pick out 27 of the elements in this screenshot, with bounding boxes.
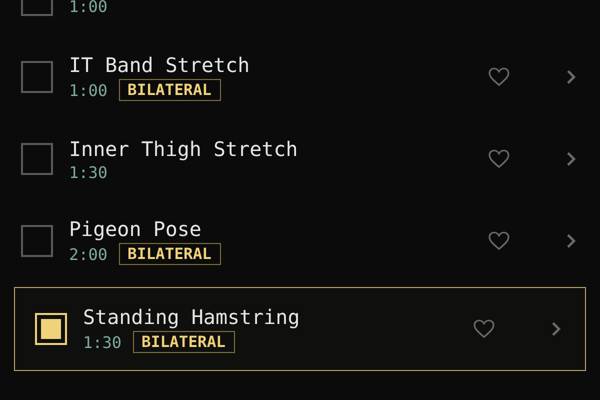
exercise-duration: 1:00 (69, 0, 108, 16)
exercise-name: Pigeon Pose (69, 217, 202, 241)
exercise-duration: 1:30 (69, 162, 108, 182)
exercise-row[interactable]: IT Band Stretch 1:00 BILATERAL (0, 36, 600, 118)
heart-icon[interactable] (488, 231, 510, 251)
chevron-right-icon[interactable] (551, 321, 561, 337)
chevron-right-icon[interactable] (566, 69, 576, 85)
bilateral-tag: BILATERAL (118, 79, 221, 101)
exercise-duration: 1:00 (69, 80, 108, 100)
exercise-duration: 1:30 (83, 332, 122, 352)
heart-icon[interactable] (488, 149, 510, 169)
heart-icon[interactable] (488, 67, 510, 87)
exercise-row[interactable]: Inner Thigh Stretch 1:30 (0, 118, 600, 200)
checkbox[interactable] (21, 143, 53, 175)
exercise-row[interactable]: Pigeon Pose 2:00 BILATERAL (0, 200, 600, 282)
chevron-right-icon[interactable] (566, 233, 576, 249)
bilateral-tag: BILATERAL (132, 331, 235, 353)
exercise-name: Inner Thigh Stretch (69, 136, 299, 160)
exercise-row[interactable]: Standing Hamstring 1:30 BILATERAL (14, 287, 586, 371)
chevron-right-icon[interactable] (566, 151, 576, 167)
exercise-name: IT Band Stretch (69, 53, 251, 77)
exercise-name: Standing Hamstring (83, 305, 301, 329)
bilateral-tag: BILATERAL (118, 243, 221, 265)
exercise-duration: 2:00 (69, 244, 108, 264)
checkbox[interactable] (21, 225, 53, 257)
checkbox[interactable] (21, 61, 53, 93)
heart-icon[interactable] (473, 319, 495, 339)
